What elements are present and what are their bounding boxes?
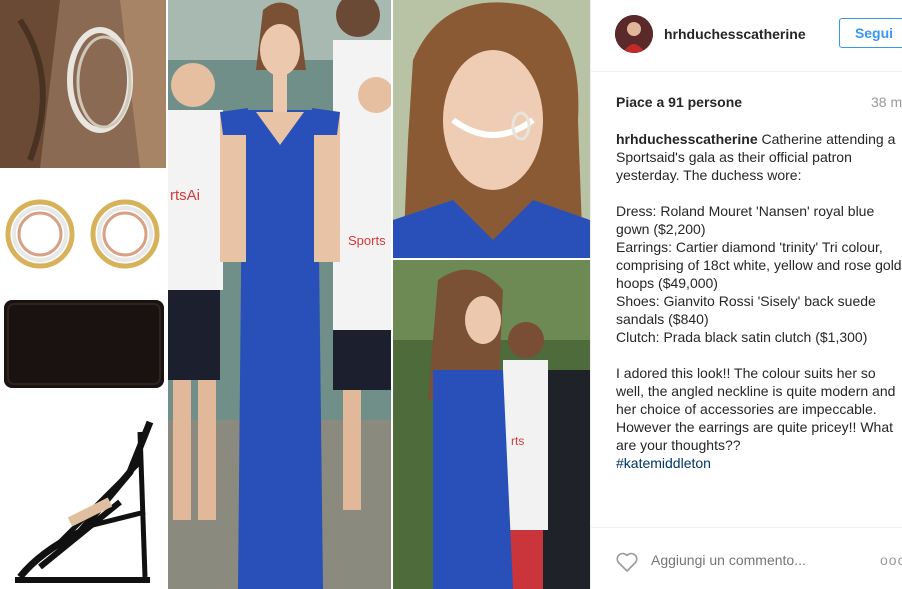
comment-bar: ooo: [591, 527, 902, 589]
portrait-photo: [393, 0, 590, 258]
shirt-print-text: Sports: [348, 233, 386, 248]
caption-intro: hrhduchesscatherine Catherine attending …: [616, 130, 902, 184]
ellipsis-icon[interactable]: ooo: [880, 552, 902, 568]
caption-author-link[interactable]: hrhduchesscatherine: [616, 131, 758, 147]
caption-item: Shoes: Gianvito Rossi 'Sisely' back sued…: [616, 293, 876, 327]
post-caption: hrhduchesscatherine Catherine attending …: [616, 130, 902, 472]
caption-opinion: I adored this look!! The colour suits he…: [616, 365, 896, 453]
shirt-print-text: rtsAi: [170, 187, 200, 204]
comment-input[interactable]: [651, 552, 851, 568]
post-image-collage: rtsAi Sports rts: [0, 0, 590, 589]
post-timestamp[interactable]: 38 m: [871, 94, 902, 110]
caption-item: Dress: Roland Mouret 'Nansen' royal blue…: [616, 203, 875, 237]
clutch-product-photo: [0, 296, 166, 400]
caption-item: Clutch: Prada black satin clutch ($1,300…: [616, 329, 868, 345]
likes-count[interactable]: Piace a 91 persone: [616, 94, 742, 110]
post-header: hrhduchesscatherine Segui: [591, 0, 902, 72]
shirt-print-text: rts: [511, 434, 524, 448]
caption-item: Earrings: Cartier diamond 'trinity' Tri …: [616, 239, 902, 291]
post-side-panel: hrhduchesscatherine Segui Piace a 91 per…: [590, 0, 902, 589]
main-gown-photo: rtsAi Sports: [168, 0, 391, 589]
earrings-product-photo: [0, 172, 166, 292]
earring-closeup-photo: [0, 0, 166, 168]
hashtag-link[interactable]: #katemiddleton: [616, 455, 711, 471]
garden-side-photo: rts: [393, 260, 590, 589]
username-link[interactable]: hrhduchesscatherine: [664, 26, 806, 42]
follow-button[interactable]: Segui: [839, 18, 902, 48]
heart-outline-icon[interactable]: [615, 551, 639, 573]
sandal-product-photo: [0, 402, 166, 589]
avatar[interactable]: [615, 15, 653, 53]
